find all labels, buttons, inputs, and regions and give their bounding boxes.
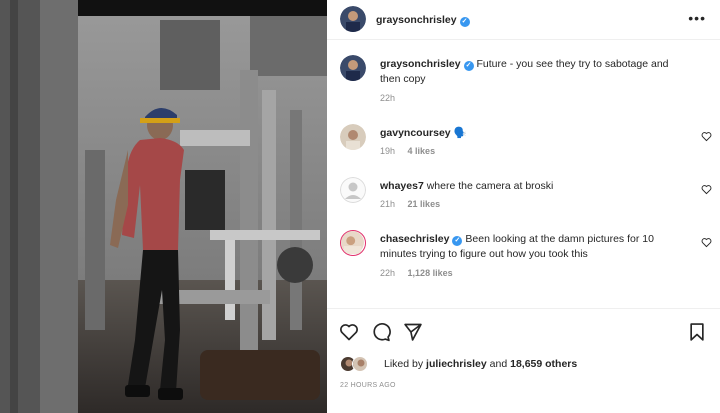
comment-text: whayes7 where the camera at broski	[380, 179, 680, 194]
verified-badge-icon: ✓	[459, 17, 470, 27]
liker-avatar	[352, 356, 368, 372]
comment-likes[interactable]: 1,128 likes	[408, 268, 453, 278]
post-actions: Liked by juliechrisley and 18,659 others…	[327, 308, 720, 413]
comment-age: 21h	[380, 199, 396, 209]
heart-icon[interactable]	[701, 184, 712, 195]
comment-meta: 22h 1,128 likes	[380, 268, 463, 278]
comment-age: 22h	[380, 268, 396, 278]
comment-username[interactable]: whayes7	[380, 180, 424, 192]
verified-badge-icon: ✓	[452, 236, 463, 246]
caption-username[interactable]: graysonchrisley ✓	[380, 58, 474, 71]
heart-icon[interactable]	[339, 322, 359, 342]
gym-mirror-selfie-image	[0, 0, 327, 413]
liker-username[interactable]: juliechrisley	[426, 358, 487, 370]
speaking-head-emoji: 🗣️	[453, 127, 467, 139]
post-header: graysonchrisley ✓ •••	[327, 0, 720, 40]
comment-meta: 21h 21 likes	[380, 199, 450, 209]
likes-prefix: Liked by	[384, 358, 424, 370]
comment-icon[interactable]	[371, 322, 391, 342]
post-username[interactable]: graysonchrisley ✓	[376, 14, 470, 27]
caption-age: 22h	[380, 93, 396, 103]
avatar[interactable]	[340, 177, 366, 203]
comment-meta: 19h 4 likes	[380, 146, 445, 156]
comment-text: gavyncoursey 🗣️	[380, 126, 680, 141]
comment-likes[interactable]: 4 likes	[408, 146, 436, 156]
post-photo[interactable]	[0, 0, 327, 413]
heart-icon[interactable]	[701, 131, 712, 142]
avatar[interactable]	[340, 55, 366, 81]
likes-text: Liked by juliechrisley and 18,659 others	[384, 358, 577, 370]
caption-text: graysonchrisley ✓ Future - you see they t…	[380, 57, 680, 87]
post-details-panel: graysonchrisley ✓ ••• graysonchrisley ✓ Fu…	[327, 0, 720, 413]
verified-badge-icon: ✓	[463, 61, 474, 71]
likes-count[interactable]: 18,659 others	[510, 358, 577, 370]
comment-age: 19h	[380, 146, 396, 156]
avatar[interactable]	[340, 6, 366, 32]
comment-text: chasechrisley ✓ Been looking at the damn …	[380, 232, 680, 262]
more-options-icon[interactable]: •••	[688, 10, 706, 26]
likes-joiner: and	[489, 358, 508, 370]
bookmark-icon[interactable]	[687, 322, 707, 342]
comment-username[interactable]: gavyncoursey	[380, 127, 451, 139]
comment-username[interactable]: chasechrisley ✓	[380, 233, 463, 246]
avatar[interactable]	[340, 124, 366, 150]
post-timestamp: 22 HOURS AGO	[340, 382, 396, 389]
comment-body: where the camera at broski	[426, 180, 554, 192]
share-icon[interactable]	[403, 322, 423, 342]
heart-icon[interactable]	[701, 237, 712, 248]
avatar-with-story-ring[interactable]	[340, 230, 366, 256]
comment-likes[interactable]: 21 likes	[408, 199, 441, 209]
caption-meta: 22h	[380, 93, 405, 103]
